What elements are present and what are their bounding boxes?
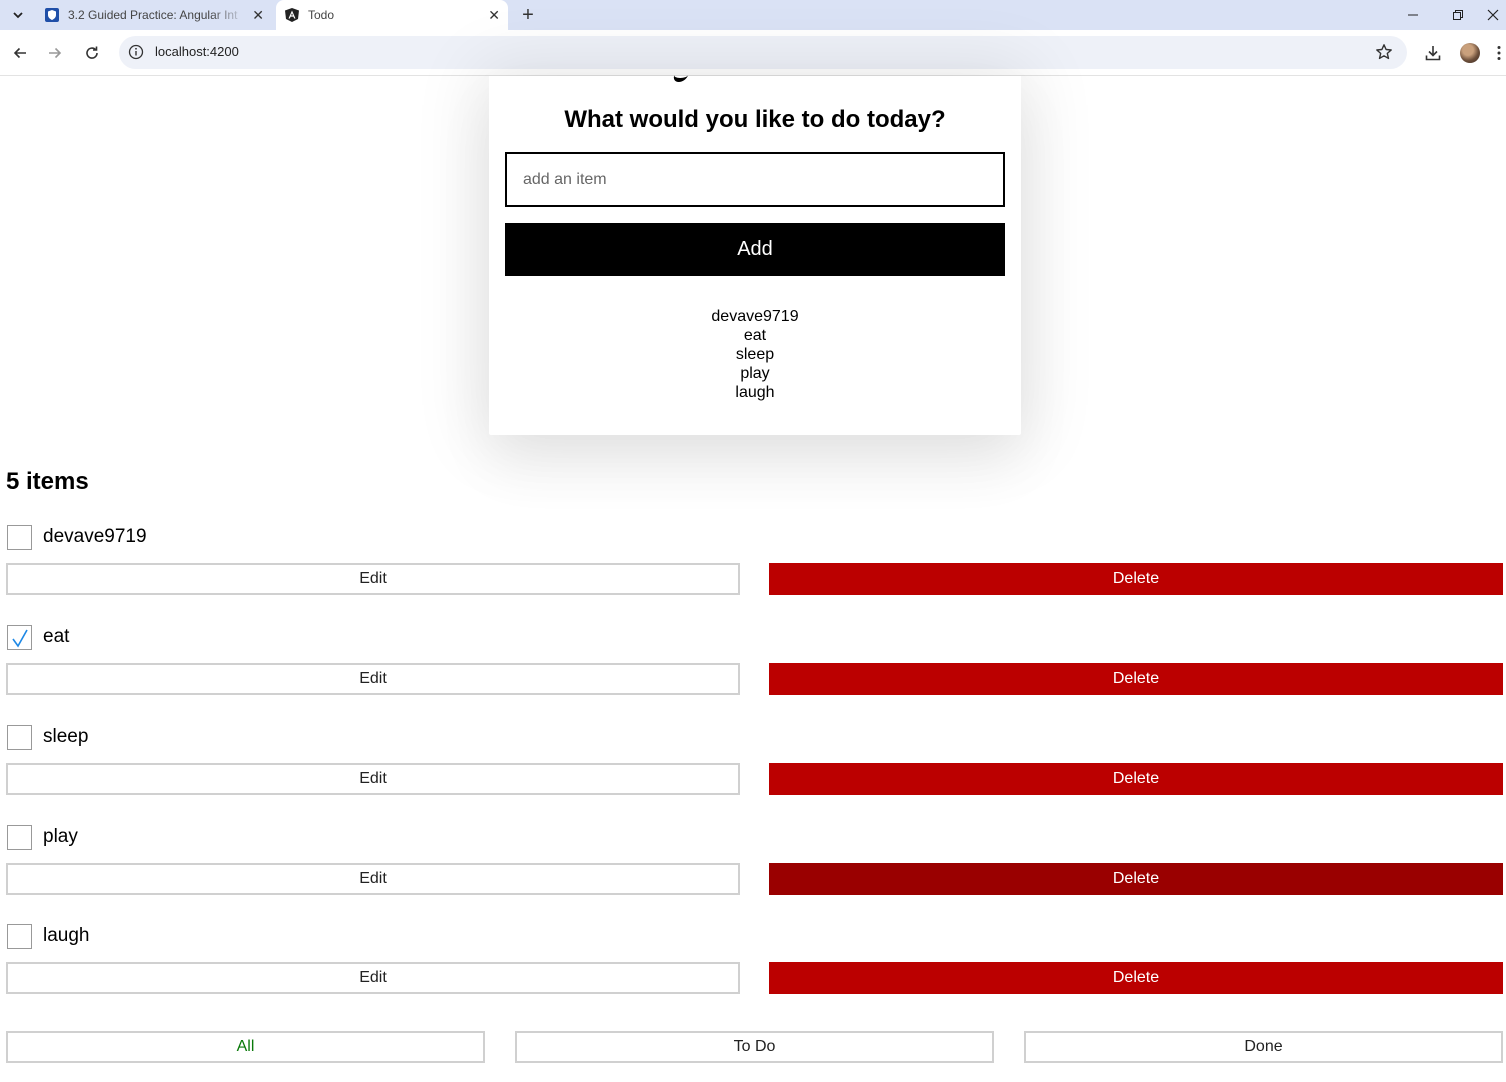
todo-item: eat Edit Delete — [0, 625, 1506, 697]
item-label: eat — [43, 626, 70, 647]
item-checkbox[interactable] — [7, 924, 32, 949]
close-icon[interactable]: ✕ — [488, 7, 500, 24]
browser-toolbar: localhost:4200 — [0, 30, 1506, 76]
item-checkbox[interactable] — [7, 525, 32, 550]
forward-arrow-icon[interactable] — [42, 40, 68, 66]
filter-todo-button[interactable]: To Do — [515, 1031, 994, 1063]
todo-item: sleep Edit Delete — [0, 725, 1506, 797]
edit-button[interactable]: Edit — [6, 863, 740, 895]
tab-todo[interactable]: Todo ✕ — [276, 0, 508, 30]
menu-kebab-icon[interactable] — [1492, 40, 1506, 66]
preview-item: eat — [743, 327, 767, 344]
delete-button[interactable]: Delete — [769, 962, 1503, 994]
delete-button[interactable]: Delete — [769, 863, 1503, 895]
edit-button[interactable]: Edit — [6, 962, 740, 994]
angular-favicon-icon — [285, 8, 299, 22]
minimize-icon[interactable] — [1393, 0, 1433, 30]
new-tab-plus-icon[interactable]: + — [518, 0, 538, 30]
chevron-down-icon — [13, 12, 23, 19]
filter-all-button[interactable]: All — [6, 1031, 485, 1063]
item-label: play — [43, 826, 78, 847]
restore-icon[interactable] — [1438, 0, 1478, 30]
back-arrow-icon[interactable] — [7, 40, 33, 66]
item-label: laugh — [43, 925, 90, 946]
browser-tab-strip: 3.2 Guided Practice: Angular Int ✕ Todo … — [0, 0, 1506, 30]
download-icon[interactable] — [1420, 40, 1446, 66]
url-text: localhost:4200 — [155, 44, 239, 59]
tab-search-button[interactable] — [6, 4, 30, 26]
tab-guided-practice[interactable]: 3.2 Guided Practice: Angular Int ✕ — [36, 0, 272, 30]
site-info-icon[interactable] — [128, 44, 144, 60]
item-checkbox[interactable] — [7, 725, 32, 750]
shield-favicon-icon — [45, 8, 59, 22]
item-label: devave9719 — [43, 526, 147, 547]
item-checkbox[interactable] — [7, 625, 32, 650]
tab-title: Todo — [308, 8, 335, 22]
delete-button[interactable]: Delete — [769, 563, 1503, 595]
tab-title: 3.2 Guided Practice: Angular Int — [68, 8, 238, 22]
todo-form-card: What would you like to do today? Add dev… — [489, 64, 1021, 435]
add-button[interactable]: Add — [505, 223, 1005, 276]
todo-item: devave9719 Edit Delete — [0, 525, 1506, 597]
edit-button[interactable]: Edit — [6, 763, 740, 795]
item-count: 5 items — [6, 468, 89, 495]
preview-item: devave9719 — [711, 308, 799, 325]
edit-button[interactable]: Edit — [6, 663, 740, 695]
item-label: sleep — [43, 726, 89, 747]
close-window-icon[interactable] — [1480, 0, 1506, 30]
reload-icon[interactable] — [79, 40, 105, 66]
delete-button[interactable]: Delete — [769, 663, 1503, 695]
profile-avatar[interactable] — [1457, 40, 1483, 66]
preview-item: play — [740, 365, 770, 382]
add-item-input[interactable] — [505, 152, 1005, 207]
checkmark-icon — [12, 629, 28, 648]
preview-item: laugh — [735, 384, 775, 401]
filter-done-button[interactable]: Done — [1024, 1031, 1503, 1063]
close-icon[interactable]: ✕ — [252, 7, 264, 24]
form-heading: What would you like to do today? — [564, 106, 946, 133]
todo-item: laugh Edit Delete — [0, 924, 1506, 996]
todo-item: play Edit Delete — [0, 825, 1506, 897]
delete-button[interactable]: Delete — [769, 763, 1503, 795]
bookmark-star-icon[interactable] — [1375, 43, 1393, 61]
preview-item: sleep — [735, 346, 775, 363]
item-checkbox[interactable] — [7, 825, 32, 850]
address-bar[interactable]: localhost:4200 — [119, 36, 1407, 69]
edit-button[interactable]: Edit — [6, 563, 740, 595]
item-preview-list: devave9719 eat sleep play laugh — [489, 307, 1021, 402]
